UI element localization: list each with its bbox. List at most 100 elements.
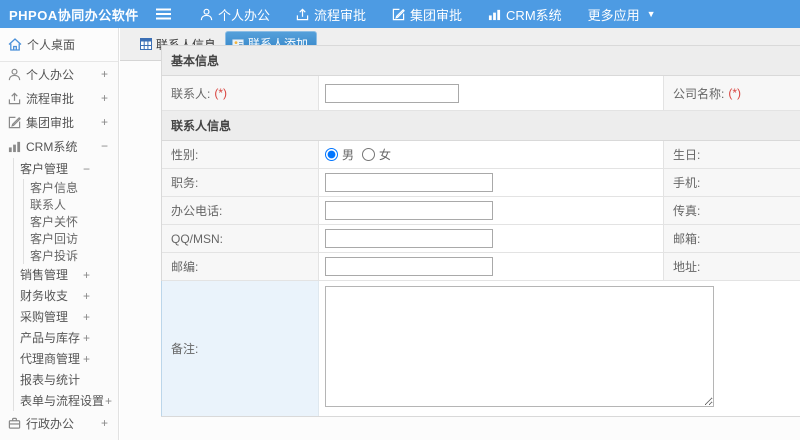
nav-label: 集团审批 bbox=[410, 7, 463, 23]
sidebar-item-label: 客户管理 bbox=[20, 162, 69, 176]
nav-crm-system[interactable]: CRM系统 bbox=[488, 5, 562, 24]
sidebar-item-label: 代理商管理 bbox=[20, 352, 81, 366]
birthday-label: 生日: bbox=[664, 141, 800, 168]
top-navigation: 个人办公 流程审批 集团审批 CRM系统 更多应用 ▼ bbox=[200, 5, 656, 24]
sidebar-item-label: 流程审批 bbox=[26, 91, 75, 106]
field-label: 联系人: bbox=[171, 86, 211, 101]
office-phone-label: 办公电话: bbox=[162, 197, 319, 224]
remark-textarea[interactable] bbox=[325, 286, 714, 407]
sidebar-item-label: 报表与统计 bbox=[20, 373, 81, 387]
expand-plus-icon[interactable]: + bbox=[83, 310, 90, 324]
sidebar-item-customer-management[interactable]: 客户管理 − bbox=[14, 158, 118, 179]
sidebar-item-label: 表单与流程设置 bbox=[20, 394, 105, 408]
sidebar-item-purchase-management[interactable]: 采购管理 + bbox=[14, 306, 118, 327]
expand-plus-icon[interactable]: + bbox=[83, 268, 90, 282]
sidebar-item-administration[interactable]: 行政办公 + bbox=[0, 411, 118, 435]
phpoa-app: PHPOA协同办公软件 个人办公 流程审批 集团审批 CRM系统 更多应用 ▼ … bbox=[0, 0, 800, 440]
sidebar-item-contacts[interactable]: 联系人 bbox=[24, 196, 118, 213]
gender-radio-group: 男 女 bbox=[325, 146, 397, 163]
sidebar-item-sales-management[interactable]: 销售管理 + bbox=[14, 264, 118, 285]
crm-submenu: 客户管理 − 客户信息 联系人 客户关怀 客户回访 客户投诉 销售管理 + 财务… bbox=[13, 158, 118, 411]
hamburger-menu-button[interactable] bbox=[148, 8, 178, 20]
nav-label: 个人办公 bbox=[218, 7, 271, 23]
sidebar-item-workflow-approval[interactable]: 流程审批 + bbox=[0, 86, 118, 110]
job-input[interactable] bbox=[325, 173, 493, 192]
nav-workflow-approval[interactable]: 流程审批 bbox=[296, 5, 366, 24]
field-label: 公司名称: bbox=[673, 86, 725, 101]
sidebar-item-crm-system[interactable]: CRM系统 − bbox=[0, 134, 118, 158]
nav-group-approval[interactable]: 集团审批 bbox=[392, 5, 462, 24]
gender-label: 性别: bbox=[162, 141, 319, 168]
gender-male-radio[interactable] bbox=[325, 148, 338, 161]
collapse-minus-icon[interactable]: − bbox=[101, 139, 108, 153]
form-row-job: 职务: 手机: bbox=[162, 169, 800, 197]
sidebar-menu: 个人桌面 个人办公 + 流程审批 + 集团审批 + CRM系统 − 客户管理 −… bbox=[0, 28, 119, 440]
nav-label: 流程审批 bbox=[314, 7, 367, 23]
expand-plus-icon[interactable]: + bbox=[101, 115, 108, 129]
qq-msn-input[interactable] bbox=[325, 229, 493, 248]
sidebar-item-personal-desktop[interactable]: 个人桌面 bbox=[0, 28, 118, 62]
briefcase-icon bbox=[8, 417, 21, 430]
gender-female-label[interactable]: 女 bbox=[379, 146, 391, 163]
top-header-bar: PHPOA协同办公软件 个人办公 流程审批 集团审批 CRM系统 更多应用 ▼ bbox=[0, 0, 800, 28]
expand-plus-icon[interactable]: + bbox=[83, 331, 90, 345]
zip-input[interactable] bbox=[325, 257, 493, 276]
sidebar-item-reports-statistics[interactable]: 报表与统计 bbox=[14, 369, 118, 390]
sidebar-item-customer-complaint[interactable]: 客户投诉 bbox=[24, 247, 118, 264]
expand-plus-icon[interactable]: + bbox=[105, 394, 112, 408]
customer-submenu: 客户信息 联系人 客户关怀 客户回访 客户投诉 bbox=[23, 179, 118, 264]
company-name-label: 公司名称: (*) bbox=[664, 76, 800, 110]
sidebar-item-customer-info[interactable]: 客户信息 bbox=[24, 179, 118, 196]
sidebar-item-finance[interactable]: 财务收支 + bbox=[14, 285, 118, 306]
contact-name-label: 联系人: (*) bbox=[162, 76, 319, 110]
sidebar-item-label: 采购管理 bbox=[20, 310, 69, 324]
nav-more-apps[interactable]: 更多应用 ▼ bbox=[588, 5, 656, 24]
gender-male-label[interactable]: 男 bbox=[342, 146, 354, 163]
main-content-area: 联系人信息 联系人添加 基本信息 联系人: (*) 公司名称: (*) bbox=[120, 28, 800, 440]
form-row-remark: 备注: bbox=[161, 281, 800, 416]
office-phone-input[interactable] bbox=[325, 201, 493, 220]
form-row-zip: 邮编: 地址: bbox=[162, 253, 800, 281]
qq-msn-label: QQ/MSN: bbox=[162, 225, 319, 252]
sidebar-item-product-inventory[interactable]: 产品与库存 + bbox=[14, 327, 118, 348]
sidebar-item-label: 销售管理 bbox=[20, 268, 69, 282]
flow-approval-icon bbox=[296, 8, 309, 20]
zip-label: 邮编: bbox=[162, 253, 319, 280]
user-icon bbox=[200, 8, 213, 20]
hamburger-icon bbox=[155, 8, 171, 20]
nav-personal-office[interactable]: 个人办公 bbox=[200, 5, 270, 24]
contact-name-input[interactable] bbox=[325, 83, 459, 103]
bar-chart-icon bbox=[8, 140, 21, 153]
sidebar-item-customer-return-visit[interactable]: 客户回访 bbox=[24, 230, 118, 247]
edit-icon bbox=[8, 116, 21, 129]
flow-approval-icon bbox=[8, 92, 21, 105]
fax-label: 传真: bbox=[664, 197, 800, 224]
sidebar-item-label: 客户关怀 bbox=[30, 215, 79, 229]
form-row-gender: 性别: 男 女 生日: bbox=[162, 141, 800, 169]
table-grid-icon bbox=[140, 38, 152, 50]
sidebar-item-form-workflow-settings[interactable]: 表单与流程设置 + bbox=[14, 390, 118, 411]
collapse-minus-icon[interactable]: − bbox=[83, 162, 90, 176]
sidebar-item-label: 财务收支 bbox=[20, 289, 69, 303]
edit-icon bbox=[392, 8, 405, 20]
required-marker: (*) bbox=[728, 86, 742, 100]
expand-plus-icon[interactable]: + bbox=[101, 416, 108, 430]
sidebar-item-personal-office[interactable]: 个人办公 + bbox=[0, 62, 118, 86]
gender-female-radio[interactable] bbox=[362, 148, 376, 161]
expand-plus-icon[interactable]: + bbox=[83, 352, 90, 366]
sidebar-item-label: 集团审批 bbox=[26, 115, 75, 130]
user-icon bbox=[8, 68, 21, 81]
sidebar-item-customer-care[interactable]: 客户关怀 bbox=[24, 213, 118, 230]
sidebar-item-label: 客户投诉 bbox=[30, 249, 79, 263]
sidebar-item-label: CRM系统 bbox=[26, 139, 78, 154]
sidebar-item-label: 个人桌面 bbox=[27, 38, 76, 52]
expand-plus-icon[interactable]: + bbox=[101, 91, 108, 105]
job-label: 职务: bbox=[162, 169, 319, 196]
form-row-office-phone: 办公电话: 传真: bbox=[162, 197, 800, 225]
expand-plus-icon[interactable]: + bbox=[83, 289, 90, 303]
sidebar-item-label: 联系人 bbox=[30, 198, 67, 212]
sidebar-item-agent-management[interactable]: 代理商管理 + bbox=[14, 348, 118, 369]
sidebar-item-group-approval[interactable]: 集团审批 + bbox=[0, 110, 118, 134]
expand-plus-icon[interactable]: + bbox=[101, 67, 108, 81]
form-row-contact-name: 联系人: (*) 公司名称: (*) bbox=[162, 76, 800, 111]
